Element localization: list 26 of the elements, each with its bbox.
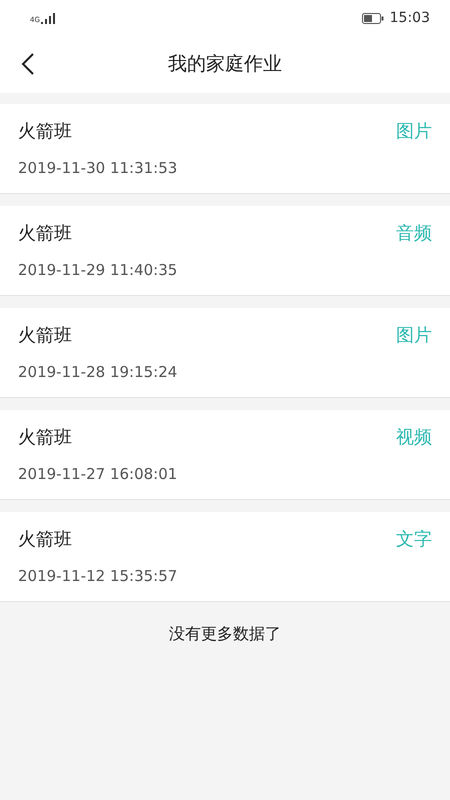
homework-card[interactable]: 火箭班 音频 2019-11-29 11:40:35	[0, 206, 450, 296]
submit-time: 2019-11-30 11:31:53	[18, 158, 178, 179]
back-icon	[21, 52, 35, 76]
class-name: 火箭班	[18, 426, 72, 450]
status-time: 15:03	[390, 8, 430, 28]
page-title: 我的家庭作业	[168, 52, 282, 78]
homework-card[interactable]: 火箭班 视频 2019-11-27 16:08:01	[0, 410, 450, 500]
homework-type: 音频	[396, 222, 432, 246]
submit-time: 2019-11-27 16:08:01	[18, 464, 178, 485]
homework-type: 文字	[396, 528, 432, 552]
submit-time: 2019-11-29 11:40:35	[18, 260, 178, 281]
submit-time: 2019-11-12 15:35:57	[18, 566, 178, 587]
homework-card[interactable]: 火箭班 图片 2019-11-30 11:31:53	[0, 104, 450, 194]
homework-card[interactable]: 火箭班 图片 2019-11-28 19:15:24	[0, 308, 450, 398]
battery-icon	[362, 12, 384, 24]
class-name: 火箭班	[18, 324, 72, 348]
class-name: 火箭班	[18, 120, 72, 144]
signal-icon	[40, 12, 55, 24]
no-more-data-text: 没有更多数据了	[169, 623, 281, 645]
homework-card[interactable]: 火箭班 文字 2019-11-12 15:35:57	[0, 512, 450, 602]
homework-type: 图片	[396, 324, 432, 348]
class-name: 火箭班	[18, 528, 72, 552]
class-name: 火箭班	[18, 222, 72, 246]
homework-type: 图片	[396, 120, 432, 144]
homework-type: 视频	[396, 426, 432, 450]
submit-time: 2019-11-28 19:15:24	[18, 362, 178, 383]
